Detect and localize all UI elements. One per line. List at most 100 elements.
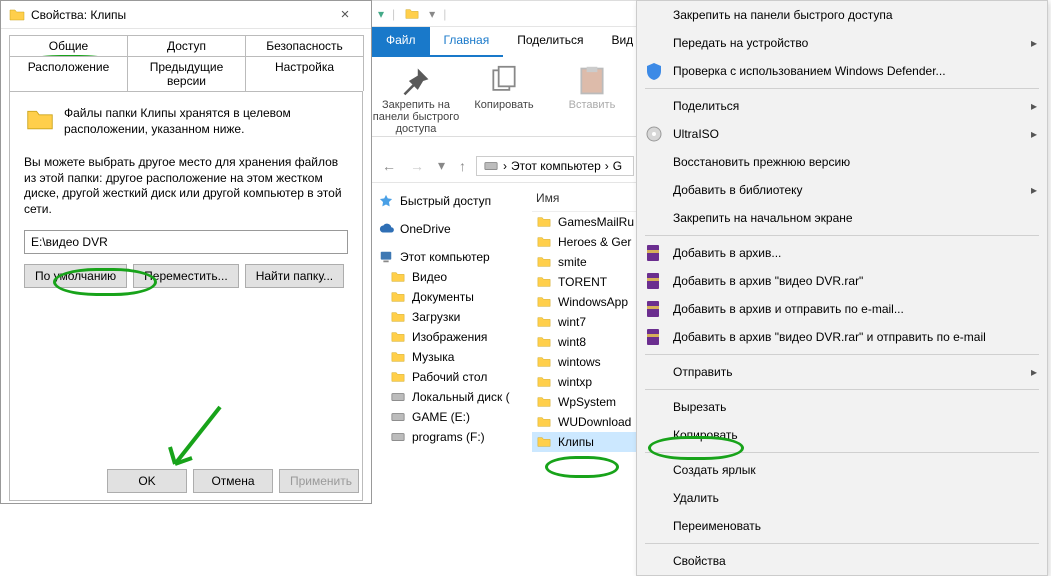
menu-item-label: Закрепить на начальном экране bbox=[673, 211, 1037, 225]
ribbon-pin-button[interactable]: Закрепить на панели быстрого доступа bbox=[372, 61, 460, 132]
nav-up-icon[interactable]: ↑ bbox=[455, 158, 470, 174]
tree-label: Локальный диск ( bbox=[412, 390, 510, 404]
file-row[interactable]: WUDownload bbox=[532, 412, 640, 432]
context-menu-item[interactable]: Вырезать bbox=[637, 393, 1047, 421]
menu-separator bbox=[645, 452, 1039, 453]
path-input[interactable] bbox=[24, 230, 348, 254]
file-row[interactable]: smite bbox=[532, 252, 640, 272]
tree-label: GAME (E:) bbox=[412, 410, 470, 424]
archive-icon bbox=[645, 300, 663, 318]
context-menu-item[interactable]: Переименовать bbox=[637, 512, 1047, 540]
context-menu-item[interactable]: UltraISO▸ bbox=[637, 120, 1047, 148]
tree-downloads[interactable]: Загрузки bbox=[376, 307, 528, 327]
breadcrumb[interactable]: › Этот компьютер › G bbox=[476, 156, 634, 176]
ribbon-tab-share[interactable]: Поделиться bbox=[503, 27, 597, 57]
tab-prev-versions[interactable]: Предыдущие версии bbox=[127, 56, 246, 91]
file-name: wint8 bbox=[558, 335, 586, 349]
apply-button[interactable]: Применить bbox=[279, 469, 359, 493]
dialog-titlebar[interactable]: Свойства: Клипы × bbox=[1, 1, 371, 29]
file-name: GamesMailRu bbox=[558, 215, 634, 229]
context-menu-item[interactable]: Свойства bbox=[637, 547, 1047, 575]
context-menu-item[interactable]: Добавить в архив и отправить по e-mail..… bbox=[637, 295, 1047, 323]
file-row[interactable]: wint8 bbox=[532, 332, 640, 352]
breadcrumb-root[interactable]: Этот компьютер bbox=[511, 159, 601, 173]
file-row[interactable]: Heroes & Ger bbox=[532, 232, 640, 252]
tree-programs-drive[interactable]: programs (F:) bbox=[376, 427, 528, 447]
folder-icon bbox=[536, 315, 552, 329]
ribbon-tab-home[interactable]: Главная bbox=[430, 27, 504, 57]
tab-security[interactable]: Безопасность bbox=[245, 35, 364, 56]
ribbon: Закрепить на панели быстрого доступа Коп… bbox=[372, 57, 640, 137]
restore-default-button[interactable]: По умолчанию bbox=[24, 264, 127, 288]
tree-pictures[interactable]: Изображения bbox=[376, 327, 528, 347]
tab-customize[interactable]: Настройка bbox=[245, 56, 364, 91]
folder-icon[interactable] bbox=[403, 7, 421, 21]
blank-icon bbox=[645, 426, 663, 444]
context-menu-item[interactable]: Передать на устройство▸ bbox=[637, 29, 1047, 57]
close-icon[interactable]: × bbox=[327, 6, 363, 23]
ribbon-copy-button[interactable]: Копировать bbox=[460, 61, 548, 132]
file-row[interactable]: wintxp bbox=[532, 372, 640, 392]
nav-forward-icon[interactable]: → bbox=[406, 158, 428, 174]
tree-quick-access[interactable]: Быстрый доступ bbox=[376, 191, 528, 211]
file-row[interactable]: WindowsApp bbox=[532, 292, 640, 312]
tab-panel-location: Файлы папки Клипы хранятся в целевом рас… bbox=[9, 91, 363, 501]
tree-desktop[interactable]: Рабочий стол bbox=[376, 367, 528, 387]
tree-label: Этот компьютер bbox=[400, 250, 490, 264]
nav-back-icon[interactable]: ← bbox=[378, 158, 400, 174]
tree-local-disk[interactable]: Локальный диск ( bbox=[376, 387, 528, 407]
tab-access[interactable]: Доступ bbox=[127, 35, 246, 56]
submenu-arrow-icon: ▸ bbox=[1031, 183, 1037, 197]
menu-item-label: Добавить в архив и отправить по e-mail..… bbox=[673, 302, 1037, 316]
file-row[interactable]: GamesMailRu bbox=[532, 212, 640, 232]
ribbon-paste-button[interactable]: Вставить bbox=[548, 61, 636, 132]
menu-separator bbox=[645, 389, 1039, 390]
submenu-arrow-icon: ▸ bbox=[1031, 127, 1037, 141]
tree-game-drive[interactable]: GAME (E:) bbox=[376, 407, 528, 427]
context-menu-item[interactable]: Восстановить прежнюю версию bbox=[637, 148, 1047, 176]
blank-icon bbox=[645, 552, 663, 570]
context-menu-item[interactable]: Закрепить на начальном экране bbox=[637, 204, 1047, 232]
tree-this-pc[interactable]: Этот компьютер bbox=[376, 247, 528, 267]
breadcrumb-next[interactable]: G bbox=[613, 159, 622, 173]
ribbon-tab-file[interactable]: Файл bbox=[372, 27, 430, 57]
context-menu-item[interactable]: Копировать bbox=[637, 421, 1047, 449]
tab-location[interactable]: Расположение bbox=[9, 56, 128, 91]
tree-label: Видео bbox=[412, 270, 447, 284]
context-menu-item[interactable]: Закрепить на панели быстрого доступа bbox=[637, 1, 1047, 29]
menu-item-label: Копировать bbox=[673, 428, 1037, 442]
context-menu-item[interactable]: Добавить в библиотеку▸ bbox=[637, 176, 1047, 204]
tree-label: Рабочий стол bbox=[412, 370, 487, 384]
blank-icon bbox=[645, 209, 663, 227]
context-menu-item[interactable]: Поделиться▸ bbox=[637, 92, 1047, 120]
find-folder-button[interactable]: Найти папку... bbox=[245, 264, 344, 288]
file-row[interactable]: WpSystem bbox=[532, 392, 640, 412]
context-menu-item[interactable]: Удалить bbox=[637, 484, 1047, 512]
file-row[interactable]: TORENT bbox=[532, 272, 640, 292]
tree-videos[interactable]: Видео bbox=[376, 267, 528, 287]
folder-icon bbox=[536, 215, 552, 229]
qat-menu-icon[interactable]: ▾ bbox=[378, 7, 384, 21]
move-button[interactable]: Переместить... bbox=[133, 264, 239, 288]
context-menu-item[interactable]: Добавить в архив "видео DVR.rar" bbox=[637, 267, 1047, 295]
file-row[interactable]: wint7 bbox=[532, 312, 640, 332]
nav-history-icon[interactable]: ▾ bbox=[434, 157, 449, 174]
qat-dropdown-icon[interactable]: ▾ bbox=[429, 7, 435, 21]
column-header-name[interactable]: Имя bbox=[532, 185, 640, 212]
cancel-button[interactable]: Отмена bbox=[193, 469, 273, 493]
tree-onedrive[interactable]: OneDrive bbox=[376, 219, 528, 239]
tree-documents[interactable]: Документы bbox=[376, 287, 528, 307]
submenu-arrow-icon: ▸ bbox=[1031, 365, 1037, 379]
context-menu-item[interactable]: Проверка с использованием Windows Defend… bbox=[637, 57, 1047, 85]
file-row[interactable]: wintows bbox=[532, 352, 640, 372]
context-menu-item[interactable]: Отправить▸ bbox=[637, 358, 1047, 386]
tree-label: programs (F:) bbox=[412, 430, 485, 444]
context-menu-item[interactable]: Создать ярлык bbox=[637, 456, 1047, 484]
tree-music[interactable]: Музыка bbox=[376, 347, 528, 367]
context-menu-item[interactable]: Добавить в архив... bbox=[637, 239, 1047, 267]
ok-button[interactable]: OK bbox=[107, 469, 187, 493]
file-row[interactable]: Клипы bbox=[532, 432, 640, 452]
tab-general[interactable]: Общие bbox=[9, 35, 128, 56]
context-menu-item[interactable]: Добавить в архив "видео DVR.rar" и отпра… bbox=[637, 323, 1047, 351]
blank-icon bbox=[645, 97, 663, 115]
